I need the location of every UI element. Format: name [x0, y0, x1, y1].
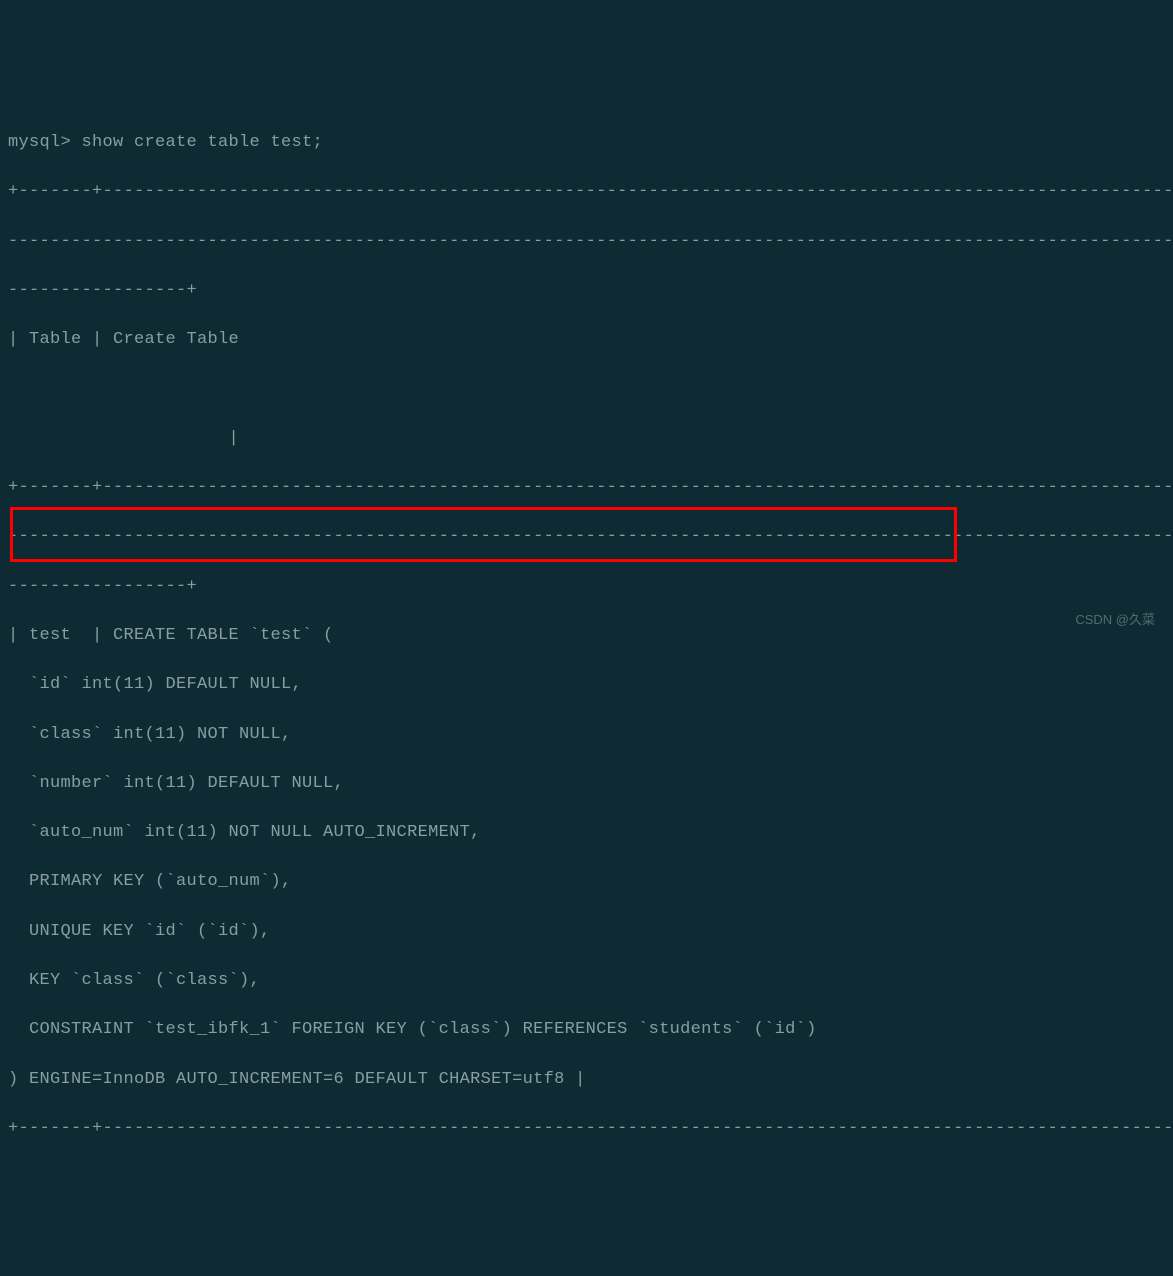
engine-line: ) ENGINE=InnoDB AUTO_INCREMENT=6 DEFAULT… — [8, 1068, 1165, 1093]
column-number-line: `number` int(11) DEFAULT NULL, — [8, 772, 1165, 797]
primary-key-line: PRIMARY KEY (`auto_num`), — [8, 870, 1165, 895]
column-class-line: `class` int(11) NOT NULL, — [8, 723, 1165, 748]
mysql-prompt-line: mysql> show create table test; — [8, 131, 1165, 156]
terminal-output: mysql> show create table test; +-------+… — [8, 107, 1165, 1167]
create-table-line: | test | CREATE TABLE `test` ( — [8, 624, 1165, 649]
table-border-end: -----------------+ — [8, 575, 1165, 600]
column-id-line: `id` int(11) DEFAULT NULL, — [8, 673, 1165, 698]
column-autonum-line: `auto_num` int(11) NOT NULL AUTO_INCREME… — [8, 821, 1165, 846]
table-border-cont: ----------------------------------------… — [8, 525, 1165, 550]
watermark-text: CSDN @久菜 — [1075, 611, 1155, 630]
table-border-mid: +-------+-------------------------------… — [8, 476, 1165, 501]
pipe-line: | — [8, 427, 1165, 452]
table-header: | Table | Create Table — [8, 328, 1165, 353]
table-border-cont: ----------------------------------------… — [8, 230, 1165, 255]
table-border-end: -----------------+ — [8, 279, 1165, 304]
unique-key-line: UNIQUE KEY `id` (`id`), — [8, 920, 1165, 945]
constraint-line: CONSTRAINT `test_ibfk_1` FOREIGN KEY (`c… — [8, 1018, 1165, 1043]
table-border-bottom: +-------+-------------------------------… — [8, 1117, 1165, 1142]
key-class-line: KEY `class` (`class`), — [8, 969, 1165, 994]
table-border-top: +-------+-------------------------------… — [8, 180, 1165, 205]
